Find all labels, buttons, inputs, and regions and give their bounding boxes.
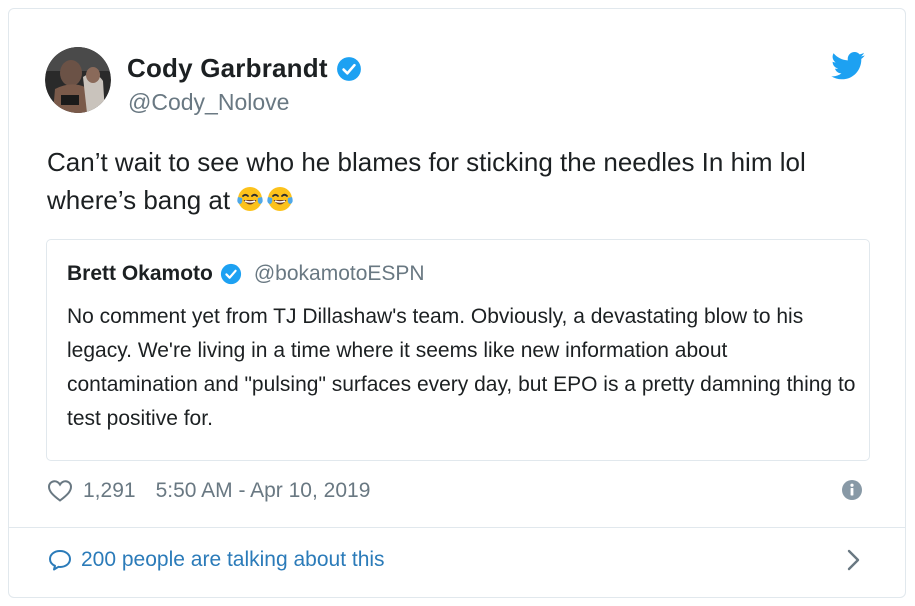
quoted-author-handle: @bokamotoESPN: [253, 262, 425, 285]
avatar[interactable]: [45, 47, 111, 113]
quoted-tweet-header: Brett Okamoto @bokamotoESPN: [67, 262, 425, 286]
verified-badge-icon: [336, 56, 361, 81]
tears-of-joy-emoji-icon: [267, 187, 293, 211]
tweet-timestamp[interactable]: 5:50 AM - Apr 10, 2019: [156, 479, 371, 503]
like-count[interactable]: 1,291: [83, 479, 136, 503]
speech-bubble-icon: [49, 550, 71, 571]
tears-of-joy-emoji-icon: [237, 187, 263, 211]
chevron-right-icon[interactable]: [845, 547, 863, 573]
quoted-tweet-text: No comment yet from TJ Dillashaw's team.…: [67, 305, 856, 430]
quoted-author-name: Brett Okamoto: [67, 262, 213, 285]
tweet-text: Can’t wait to see who he blames for stic…: [47, 143, 877, 219]
embedded-tweet-card: Cody Garbrandt @Cody_Nolove Can’t wait t…: [8, 8, 906, 598]
tweet-meta: 1,291 5:50 AM - Apr 10, 2019: [47, 479, 370, 503]
divider: [9, 527, 905, 528]
author-name[interactable]: Cody Garbrandt: [127, 53, 328, 84]
author-row[interactable]: Cody Garbrandt: [127, 53, 362, 84]
conversation-label[interactable]: 200 people are talking about this: [81, 548, 385, 572]
heart-icon[interactable]: [47, 479, 73, 503]
tweet-body: Can’t wait to see who he blames for stic…: [47, 147, 806, 215]
info-icon[interactable]: [841, 479, 863, 501]
verified-badge-icon: [220, 263, 241, 285]
quoted-tweet[interactable]: Brett Okamoto @bokamotoESPN No comment y…: [46, 239, 870, 461]
author-handle[interactable]: @Cody_Nolove: [128, 89, 289, 116]
conversation-link[interactable]: 200 people are talking about this: [47, 548, 385, 572]
twitter-bird-icon[interactable]: [831, 52, 865, 80]
